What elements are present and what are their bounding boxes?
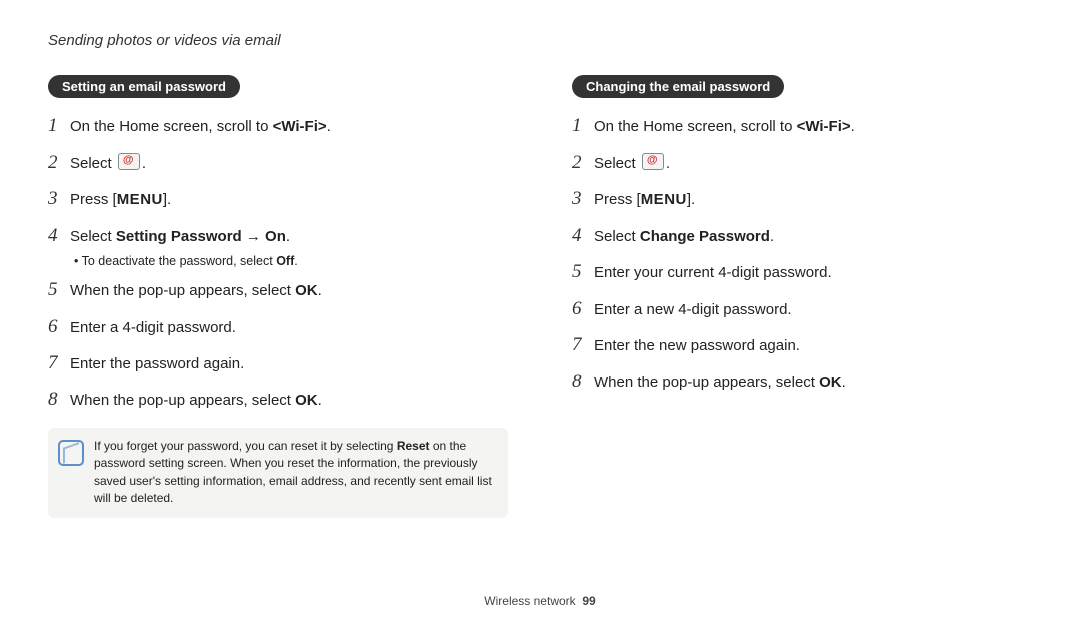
email-app-icon	[118, 153, 140, 170]
section-title-changing: Changing the email password	[572, 75, 784, 98]
step-number: 7	[48, 349, 70, 378]
left-column: Setting an email password 1 On the Home …	[48, 75, 508, 518]
menu-button-label: MENU	[641, 191, 687, 208]
step-l6: 6 Enter a 4-digit password.	[48, 313, 508, 342]
step-number: 2	[48, 149, 70, 178]
step-number: 3	[572, 185, 594, 214]
step-number: 7	[572, 331, 594, 360]
step-l4: 4 Select Setting Password → On.	[48, 222, 508, 251]
step-r4: 4 Select Change Password.	[572, 222, 1032, 251]
step-text: Press [MENU].	[594, 189, 695, 212]
step-number: 4	[572, 222, 594, 251]
note-icon	[58, 440, 84, 466]
step-number: 4	[48, 222, 70, 251]
step-number: 8	[572, 368, 594, 397]
step-l1: 1 On the Home screen, scroll to <Wi-Fi>.	[48, 112, 508, 141]
step-number: 5	[48, 276, 70, 305]
step-r5: 5 Enter your current 4-digit password.	[572, 258, 1032, 287]
step-text: When the pop-up appears, select OK.	[70, 280, 322, 303]
step-text: Enter a new 4-digit password.	[594, 299, 792, 322]
step-r6: 6 Enter a new 4-digit password.	[572, 295, 1032, 324]
note-text: If you forget your password, you can res…	[94, 438, 494, 508]
email-app-icon	[642, 153, 664, 170]
step-number: 3	[48, 185, 70, 214]
step-text: Enter your current 4-digit password.	[594, 262, 832, 285]
step-l4-bullet: • To deactivate the password, select Off…	[74, 254, 508, 268]
step-text: Enter the password again.	[70, 353, 244, 376]
step-number: 8	[48, 386, 70, 415]
step-text: Select Setting Password → On.	[70, 226, 290, 249]
page-header: Sending photos or videos via email	[48, 32, 1032, 49]
step-text: When the pop-up appears, select OK.	[594, 372, 846, 395]
step-number: 6	[48, 313, 70, 342]
step-text: Press [MENU].	[70, 189, 171, 212]
step-number: 2	[572, 149, 594, 178]
step-r3: 3 Press [MENU].	[572, 185, 1032, 214]
step-text: On the Home screen, scroll to <Wi-Fi>.	[70, 116, 331, 139]
step-text: Select .	[594, 153, 670, 176]
step-l3: 3 Press [MENU].	[48, 185, 508, 214]
step-r7: 7 Enter the new password again.	[572, 331, 1032, 360]
step-number: 1	[572, 112, 594, 141]
step-text: Select .	[70, 153, 146, 176]
step-r2: 2 Select .	[572, 149, 1032, 178]
step-r8: 8 When the pop-up appears, select OK.	[572, 368, 1032, 397]
step-text: Select Change Password.	[594, 226, 774, 249]
step-text: On the Home screen, scroll to <Wi-Fi>.	[594, 116, 855, 139]
section-title-setting: Setting an email password	[48, 75, 240, 98]
step-l2: 2 Select .	[48, 149, 508, 178]
step-number: 6	[572, 295, 594, 324]
menu-button-label: MENU	[117, 191, 163, 208]
step-text: Enter a 4-digit password.	[70, 317, 236, 340]
step-l5: 5 When the pop-up appears, select OK.	[48, 276, 508, 305]
step-text: When the pop-up appears, select OK.	[70, 390, 322, 413]
step-l7: 7 Enter the password again.	[48, 349, 508, 378]
step-number: 1	[48, 112, 70, 141]
page-footer: Wireless network 99	[0, 594, 1080, 608]
step-l8: 8 When the pop-up appears, select OK.	[48, 386, 508, 415]
step-number: 5	[572, 258, 594, 287]
note-box: If you forget your password, you can res…	[48, 428, 508, 518]
step-r1: 1 On the Home screen, scroll to <Wi-Fi>.	[572, 112, 1032, 141]
step-text: Enter the new password again.	[594, 335, 800, 358]
right-column: Changing the email password 1 On the Hom…	[572, 75, 1032, 518]
